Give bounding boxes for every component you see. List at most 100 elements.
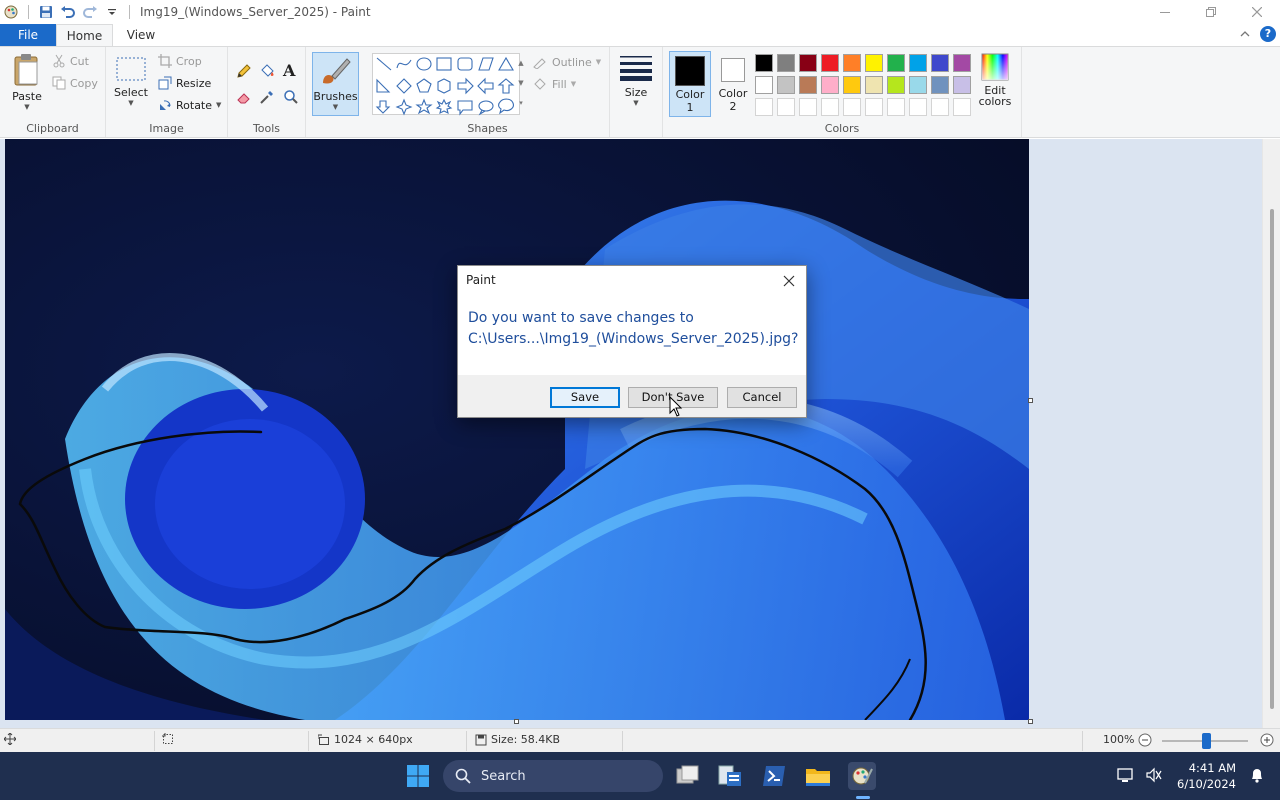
- palette-swatch[interactable]: [799, 54, 817, 72]
- eraser-icon[interactable]: [236, 89, 252, 108]
- redo-icon[interactable]: [81, 3, 99, 21]
- start-button[interactable]: [404, 762, 432, 790]
- volume-icon[interactable]: [1145, 767, 1163, 786]
- title-bar: Img19_(Windows_Server_2025) - Paint: [0, 0, 1280, 24]
- edit-colors-button[interactable]: Edit colors: [975, 53, 1015, 108]
- collapse-ribbon-icon[interactable]: [1240, 28, 1250, 41]
- custom-color-slot[interactable]: [755, 98, 773, 116]
- outline-dropdown-icon: ▼: [595, 58, 602, 66]
- scissors-icon: [53, 54, 65, 68]
- palette-swatch[interactable]: [755, 54, 773, 72]
- fill-button[interactable]: Fill ▼: [532, 77, 576, 91]
- help-icon[interactable]: ?: [1260, 26, 1276, 42]
- custom-color-slot[interactable]: [821, 98, 839, 116]
- palette-swatch[interactable]: [843, 76, 861, 94]
- powershell-icon[interactable]: [760, 762, 788, 790]
- zoom-out-button[interactable]: [1138, 733, 1152, 747]
- shapes-gallery[interactable]: [372, 53, 520, 116]
- clock-date: 6/10/2024: [1177, 777, 1236, 791]
- zoom-slider-thumb[interactable]: [1202, 733, 1211, 749]
- select-button[interactable]: Select ▼: [114, 55, 148, 107]
- resize-handle-corner[interactable]: [1028, 719, 1033, 724]
- fill-bucket-icon[interactable]: [259, 63, 275, 82]
- paste-button[interactable]: Paste ▼: [8, 53, 46, 111]
- shapes-scroll[interactable]: ▲ ▼ ▾: [516, 53, 526, 115]
- palette-swatch[interactable]: [887, 76, 905, 94]
- vertical-scrollbar[interactable]: [1262, 139, 1280, 728]
- size-dropdown-icon: ▼: [633, 99, 639, 107]
- custom-color-slot[interactable]: [909, 98, 927, 116]
- taskbar-search[interactable]: Search: [443, 760, 663, 792]
- resize-handle-bottom[interactable]: [514, 719, 519, 724]
- paint-taskbar-icon[interactable]: [848, 762, 876, 790]
- tab-file[interactable]: File: [0, 24, 56, 46]
- custom-color-slot[interactable]: [953, 98, 971, 116]
- palette-swatch[interactable]: [777, 76, 795, 94]
- brushes-button[interactable]: Brushes ▼: [312, 52, 359, 116]
- tab-view[interactable]: View: [113, 24, 169, 46]
- canvas-workspace[interactable]: [0, 139, 1262, 728]
- magnifier-icon[interactable]: [283, 89, 299, 108]
- cut-button[interactable]: Cut: [52, 54, 89, 68]
- palette-swatch[interactable]: [887, 54, 905, 72]
- palette-swatch[interactable]: [865, 54, 883, 72]
- ribbon: Paste ▼ Cut Copy Clipboard Select ▼ Crop…: [0, 46, 1280, 138]
- dialog-message-line1: Do you want to save changes to: [468, 310, 694, 326]
- custom-color-slot[interactable]: [887, 98, 905, 116]
- pencil-icon[interactable]: [236, 63, 252, 82]
- palette-swatch[interactable]: [843, 54, 861, 72]
- palette-swatch[interactable]: [909, 76, 927, 94]
- palette-swatch[interactable]: [931, 54, 949, 72]
- custom-color-slot[interactable]: [843, 98, 861, 116]
- network-icon[interactable]: [1117, 767, 1135, 786]
- customize-toolbar-icon[interactable]: [103, 3, 121, 21]
- rotate-button[interactable]: Rotate ▼: [158, 98, 221, 112]
- palette-swatch[interactable]: [821, 76, 839, 94]
- text-tool-icon[interactable]: A: [283, 61, 295, 80]
- rotate-label: Rotate: [176, 98, 213, 112]
- dialog-close-button[interactable]: [776, 268, 802, 294]
- size-button[interactable]: Size ▼: [616, 53, 656, 107]
- palette-swatch[interactable]: [755, 76, 773, 94]
- scrollbar-thumb[interactable]: [1270, 209, 1274, 709]
- color-picker-icon[interactable]: [259, 89, 275, 108]
- undo-icon[interactable]: [59, 3, 77, 21]
- resize-handle-right[interactable]: [1028, 398, 1033, 403]
- paint-app-icon[interactable]: [2, 3, 20, 21]
- image-canvas[interactable]: [5, 139, 1029, 720]
- color2-swatch: [721, 58, 745, 82]
- custom-color-slot[interactable]: [865, 98, 883, 116]
- tab-home[interactable]: Home: [56, 24, 113, 46]
- save-button[interactable]: Save: [550, 387, 620, 408]
- palette-swatch[interactable]: [953, 54, 971, 72]
- palette-swatch[interactable]: [865, 76, 883, 94]
- palette-swatch[interactable]: [821, 54, 839, 72]
- notification-bell-icon[interactable]: [1250, 767, 1264, 786]
- cancel-button[interactable]: Cancel: [727, 387, 797, 408]
- palette-swatch[interactable]: [799, 76, 817, 94]
- save-icon[interactable]: [37, 3, 55, 21]
- palette-swatch[interactable]: [931, 76, 949, 94]
- crop-button[interactable]: Crop: [158, 54, 202, 68]
- custom-color-slot[interactable]: [799, 98, 817, 116]
- file-explorer-icon[interactable]: [804, 762, 832, 790]
- color2-button[interactable]: Color 2: [713, 51, 753, 117]
- custom-color-slot[interactable]: [931, 98, 949, 116]
- maximize-button[interactable]: [1188, 0, 1234, 24]
- color-wheel-icon: [981, 53, 1009, 81]
- palette-swatch[interactable]: [777, 54, 795, 72]
- server-manager-icon[interactable]: [716, 762, 744, 790]
- resize-button[interactable]: Resize: [158, 76, 211, 90]
- custom-color-slot[interactable]: [777, 98, 795, 116]
- tools-group-label: Tools: [252, 122, 281, 135]
- palette-swatch[interactable]: [953, 76, 971, 94]
- zoom-in-button[interactable]: [1260, 733, 1274, 747]
- copy-button[interactable]: Copy: [52, 76, 98, 90]
- minimize-button[interactable]: [1142, 0, 1188, 24]
- task-view-icon[interactable]: [674, 762, 702, 790]
- outline-button[interactable]: Outline ▼: [532, 55, 601, 69]
- close-button[interactable]: [1234, 0, 1280, 24]
- palette-swatch[interactable]: [909, 54, 927, 72]
- color1-button[interactable]: Color 1: [669, 51, 711, 117]
- taskbar-clock[interactable]: 4:41 AM 6/10/2024: [1177, 760, 1236, 792]
